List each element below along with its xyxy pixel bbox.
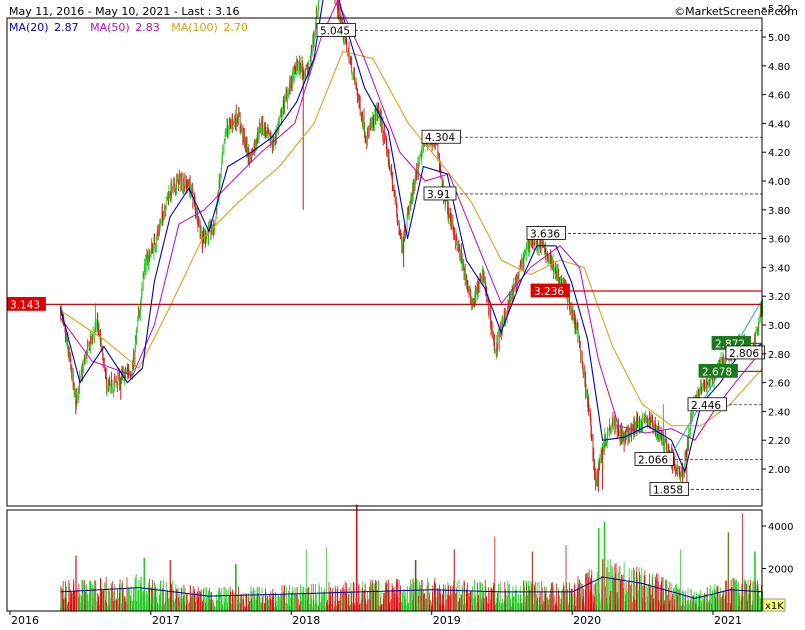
level-label: 5.045 (320, 26, 350, 38)
price-y-tick-label: 2.60 (768, 379, 790, 390)
level-label: 3.91 (427, 189, 450, 201)
volume-y-tick-label: 2000 (768, 565, 793, 576)
volume-unit-label: x1K (765, 601, 784, 612)
x-tick-label: 2016 (11, 614, 39, 627)
level-label: 2.446 (691, 400, 721, 412)
price-y-tick-label: 3.40 (768, 263, 790, 274)
price-y-tick-label: 2.00 (768, 465, 790, 476)
price-y-tick-label: 2.40 (768, 407, 790, 418)
level-label: 3.636 (530, 228, 560, 240)
ma20-line (59, 0, 763, 474)
level-label: 3.236 (534, 286, 564, 298)
price-y-tick-label: 5.00 (768, 33, 790, 44)
price-y-tick-label: 3.80 (768, 206, 790, 217)
price-y-tick-label: 4.00 (768, 177, 790, 188)
level-label: 2.678 (702, 366, 732, 378)
price-y-tick-label: 2.20 (768, 436, 790, 447)
x-tick-label: 2017 (152, 614, 180, 627)
price-y-tick-label: 3.00 (768, 321, 790, 332)
level-label: 3.143 (10, 299, 40, 311)
price-y-tick-label: 4.40 (768, 119, 790, 130)
x-tick-label: 2021 (714, 614, 742, 627)
level-label: 2.806 (729, 348, 759, 360)
volume-y-tick-label: 4000 (768, 522, 793, 533)
price-y-tick-label: 5.20 (768, 4, 790, 15)
level-label: 2.066 (638, 454, 668, 466)
ma100-line (60, 50, 763, 427)
x-tick-label: 2020 (573, 614, 601, 627)
price-y-tick-label: 2.80 (768, 350, 790, 361)
price-y-tick-label: 4.20 (768, 148, 790, 159)
price-y-tick-label: 4.60 (768, 91, 790, 102)
price-y-tick-label: 3.60 (768, 235, 790, 246)
price-y-tick-label: 4.80 (768, 62, 790, 73)
level-label: 4.304 (425, 132, 455, 144)
x-tick-label: 2018 (292, 614, 320, 627)
x-tick-label: 2019 (433, 614, 461, 627)
level-label: 1.858 (653, 484, 683, 496)
stock-chart: 5.9855.0454.3043.913.6363.2363.1432.8722… (6, 0, 793, 627)
price-y-tick-label: 3.20 (768, 292, 790, 303)
